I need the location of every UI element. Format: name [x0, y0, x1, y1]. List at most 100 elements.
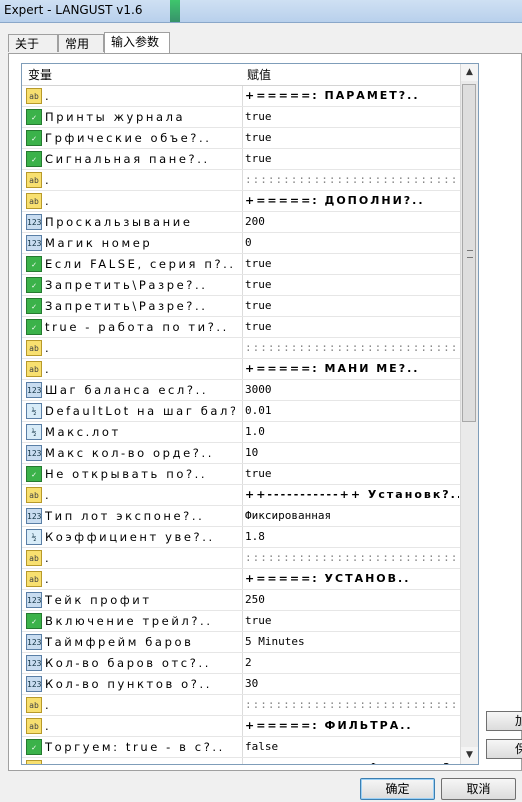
table-row[interactable]: ab. ++-----------++ Фильтр н?.. — [22, 758, 460, 764]
table-row[interactable]: ½ DefaultLot на шаг бал?.. 0.01 — [22, 401, 460, 422]
parameter-value[interactable]: 0 — [245, 236, 459, 249]
parameter-value[interactable]: +=====: УСТАНОВ.. — [245, 572, 459, 585]
bool-type-icon: ✓ — [26, 277, 42, 293]
table-row[interactable]: ab. +=====: ФИЛЬТРА.. — [22, 716, 460, 737]
scrollbar-thumb[interactable] — [462, 84, 476, 422]
parameter-name: . — [45, 362, 52, 376]
table-row[interactable]: ab. +=====: ПАРАМЕТ?.. — [22, 86, 460, 107]
table-row[interactable]: ½ Коэффициент уве?.. 1.8 — [22, 527, 460, 548]
column-divider — [242, 149, 243, 169]
parameter-value[interactable]: +=====: ФИЛЬТРА.. — [245, 719, 459, 732]
tab-about[interactable]: 关于 — [8, 34, 58, 52]
parameter-value[interactable]: ++-----------++ Установк?.. — [245, 488, 459, 501]
table-row[interactable]: ab.:::::::::::::::::::::::::::::::: — [22, 170, 460, 191]
table-row[interactable]: ab.:::::::::::::::::::::::::::::::: — [22, 338, 460, 359]
parameter-value[interactable]: true — [245, 278, 459, 291]
parameters-grid: 变量 赋值 ab. +=====: ПАРАМЕТ?.. ✓ Принты журна… — [21, 63, 479, 765]
table-row[interactable]: ✓ Торгуем: true - в с?.. false — [22, 737, 460, 758]
column-header-value[interactable]: 赋值 — [247, 66, 271, 83]
parameter-value[interactable]: 3000 — [245, 383, 459, 396]
table-row[interactable]: 123 Тейк профит 250 — [22, 590, 460, 611]
column-divider — [242, 296, 243, 316]
parameter-value[interactable]: 30 — [245, 677, 459, 690]
parameter-value[interactable]: true — [245, 614, 459, 627]
table-row[interactable]: ✓ Сигнальная пане?.. true — [22, 149, 460, 170]
parameter-name: Не открывать по?.. — [45, 467, 208, 481]
table-row[interactable]: ab. +=====: ДОПОЛНИ?.. — [22, 191, 460, 212]
table-row[interactable]: 123 Шаг баланса есл?.. 3000 — [22, 380, 460, 401]
int-type-icon: 123 — [26, 655, 42, 671]
table-row[interactable]: ½ Макс.лот 1.0 — [22, 422, 460, 443]
scroll-up-icon[interactable]: ▲ — [461, 64, 478, 81]
table-row[interactable]: ✓ Запретить\Разре?.. true — [22, 275, 460, 296]
parameter-name: Кол-во баров отс?.. — [45, 656, 211, 670]
table-row[interactable]: 123 Тип лот экспоне?.. Фиксированная — [22, 506, 460, 527]
parameter-value[interactable]: true — [245, 320, 459, 333]
table-row[interactable]: 123 Кол-во баров отс?.. 2 — [22, 653, 460, 674]
parameter-value[interactable]: true — [245, 131, 459, 144]
table-row[interactable]: ✓ Грфические объе?.. true — [22, 128, 460, 149]
column-divider — [242, 716, 243, 736]
tab-inputs[interactable]: 输入参数 — [104, 32, 170, 54]
table-row[interactable]: ab.:::::::::::::::::::::::::::::::: — [22, 548, 460, 569]
table-row[interactable]: ab. ++-----------++ Установк?.. — [22, 485, 460, 506]
parameter-value[interactable]: 10 — [245, 446, 459, 459]
vertical-scrollbar[interactable]: ▲ ▼ — [460, 64, 478, 764]
parameter-value[interactable]: 1.0 — [245, 425, 459, 438]
parameter-value[interactable]: true — [245, 110, 459, 123]
parameter-value[interactable]: 0.01 — [245, 404, 459, 417]
parameter-value[interactable]: +=====: ДОПОЛНИ?.. — [245, 194, 459, 207]
table-row[interactable]: 123 Магик номер 0 — [22, 233, 460, 254]
table-row[interactable]: 123 Таймфрейм баров 5 Minutes — [22, 632, 460, 653]
parameter-name: Макс кол-во орде?.. — [45, 446, 215, 460]
bool-type-icon: ✓ — [26, 466, 42, 482]
table-row[interactable]: ab.:::::::::::::::::::::::::::::::: — [22, 695, 460, 716]
parameter-value[interactable]: :::::::::::::::::::::::::::::::: — [245, 341, 459, 354]
parameter-value[interactable]: :::::::::::::::::::::::::::::::: — [245, 551, 459, 564]
parameter-value[interactable]: 1.8 — [245, 530, 459, 543]
parameter-name: Запретить\Разре?.. — [45, 299, 208, 313]
string-type-icon: ab — [26, 340, 42, 356]
parameter-value[interactable]: +=====: ПАРАМЕТ?.. — [245, 89, 459, 102]
parameter-value[interactable]: ++-----------++ Фильтр н?.. — [245, 761, 459, 764]
load-button[interactable]: 加 — [486, 711, 522, 731]
table-row[interactable]: ✓ Не открывать по?.. true — [22, 464, 460, 485]
parameter-value[interactable]: 5 Minutes — [245, 635, 459, 648]
parameter-name: . — [45, 173, 52, 187]
column-divider — [242, 338, 243, 358]
bool-type-icon: ✓ — [26, 298, 42, 314]
parameter-value[interactable]: 200 — [245, 215, 459, 228]
parameter-name: Если FALSE, серия п?.. — [45, 257, 235, 271]
parameter-value[interactable]: true — [245, 299, 459, 312]
table-row[interactable]: ✓ Если FALSE, серия п?.. true — [22, 254, 460, 275]
parameter-value[interactable]: true — [245, 152, 459, 165]
title-bar: Expert - LANGUST v1.6 — [0, 0, 522, 23]
parameter-value[interactable]: :::::::::::::::::::::::::::::::: — [245, 698, 459, 711]
parameter-value[interactable]: Фиксированная — [245, 509, 459, 522]
scroll-down-icon[interactable]: ▼ — [461, 747, 478, 764]
table-row[interactable]: ✓ Запретить\Разре?.. true — [22, 296, 460, 317]
parameter-value[interactable]: 2 — [245, 656, 459, 669]
parameter-value[interactable]: +=====: МАНИ МЕ?.. — [245, 362, 459, 375]
parameter-value[interactable]: true — [245, 467, 459, 480]
tab-common[interactable]: 常用 — [58, 34, 104, 52]
parameter-value[interactable]: 250 — [245, 593, 459, 606]
parameter-value[interactable]: :::::::::::::::::::::::::::::::: — [245, 173, 459, 186]
table-row[interactable]: ✓ Принты журнала true — [22, 107, 460, 128]
table-row[interactable]: ✓ Включение трейл?.. true — [22, 611, 460, 632]
parameter-value[interactable]: false — [245, 740, 459, 753]
cancel-button[interactable]: 取消 — [441, 778, 516, 800]
save-button[interactable]: 保 — [486, 739, 522, 759]
table-row[interactable]: ab. +=====: МАНИ МЕ?.. — [22, 359, 460, 380]
table-row[interactable]: 123 Кол-во пунктов о?.. 30 — [22, 674, 460, 695]
column-divider — [242, 506, 243, 526]
table-row[interactable]: 123 Проскальзывание 200 — [22, 212, 460, 233]
string-type-icon: ab — [26, 718, 42, 734]
column-header-variable[interactable]: 变量 — [28, 66, 52, 83]
table-row[interactable]: 123 Макс кол-во орде?.. 10 — [22, 443, 460, 464]
table-row[interactable]: ✓ true - работа по ти?.. true — [22, 317, 460, 338]
table-row[interactable]: ab. +=====: УСТАНОВ.. — [22, 569, 460, 590]
parameter-value[interactable]: true — [245, 257, 459, 270]
ok-button[interactable]: 确定 — [360, 778, 435, 800]
double-type-icon: ½ — [26, 529, 42, 545]
